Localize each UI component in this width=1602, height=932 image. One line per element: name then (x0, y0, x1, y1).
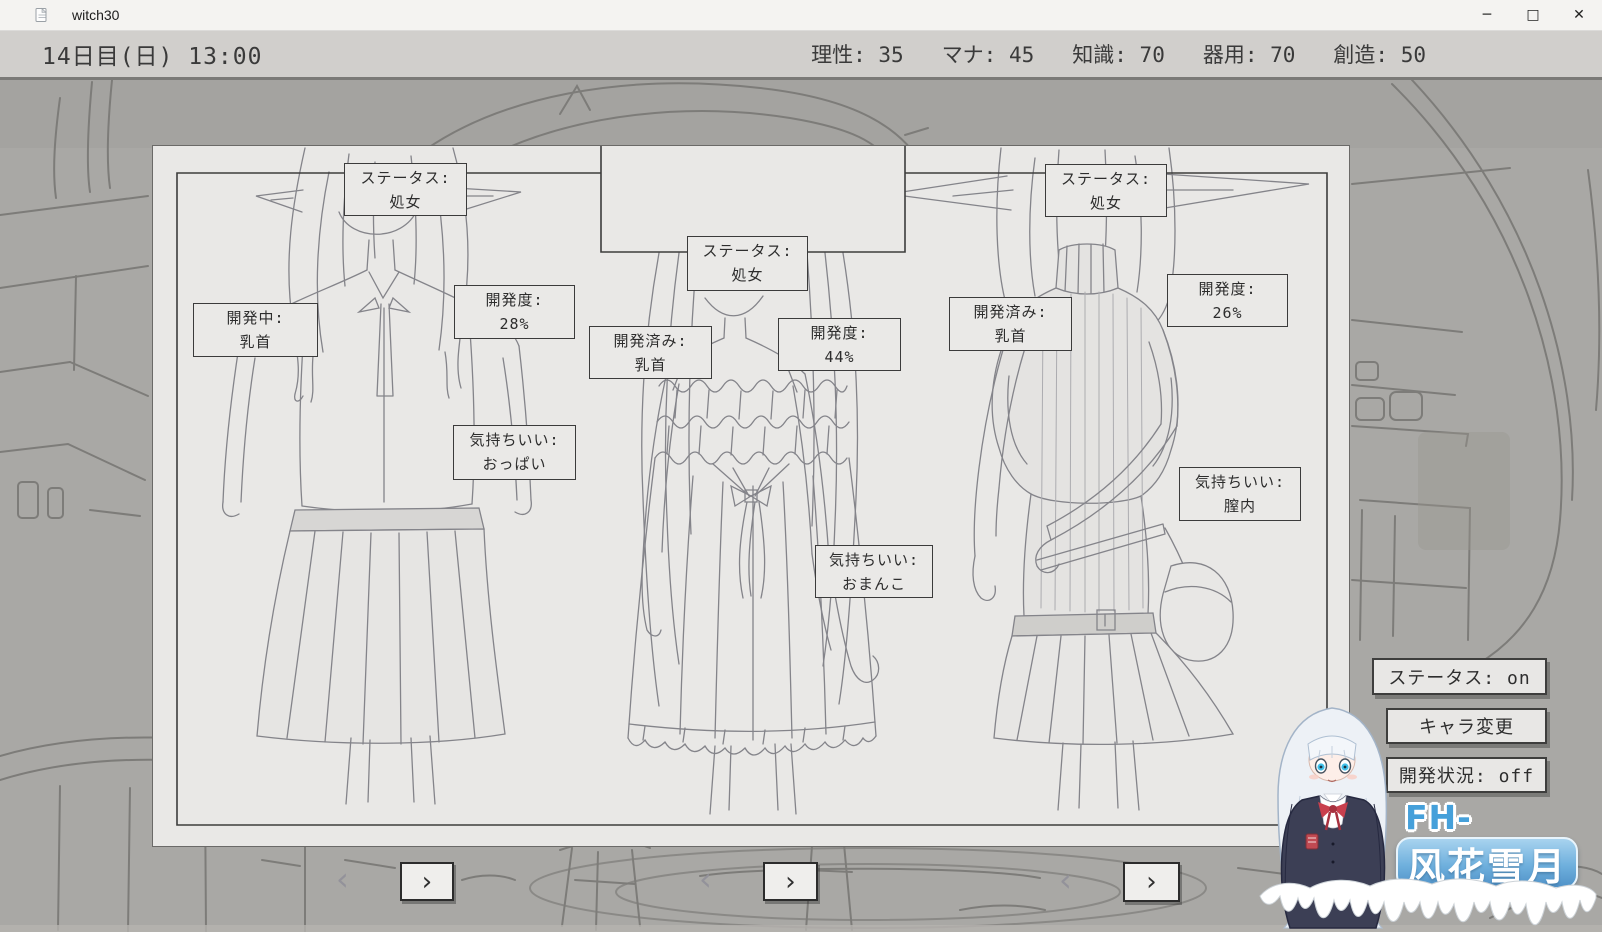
status-label-1-title: ステータス: (345, 166, 466, 190)
feel-label-3-title: 気持ちいい: (1180, 470, 1300, 494)
chevron-left-icon: ‹ (699, 860, 712, 898)
feel-label-1-value: おっぱい (454, 452, 575, 476)
feel-label-1: 気持ちいい: おっぱい (453, 425, 576, 480)
rate-label-1: 開発度: 28% (454, 285, 575, 339)
next-character-button-2[interactable]: › (763, 862, 818, 901)
title-bar: witch30 ─ □ ✕ (0, 0, 1602, 31)
minimize-icon: ─ (1483, 7, 1491, 23)
dev-label-2-title: 開発済み: (590, 329, 711, 353)
dev-label-2: 開発済み: 乳首 (589, 326, 712, 379)
dev-label-1-value: 乳首 (194, 330, 317, 354)
feel-label-1-title: 気持ちいい: (454, 428, 575, 452)
status-label-2-value: 処女 (688, 263, 807, 287)
window-title: witch30 (72, 7, 119, 23)
status-label-2-title: ステータス: (688, 239, 807, 263)
rate-label-2-value: 44% (779, 345, 900, 369)
chevron-left-icon: ‹ (336, 860, 349, 898)
status-label-3-title: ステータス: (1046, 167, 1166, 191)
dev-label-1: 開発中: 乳首 (193, 303, 318, 357)
dev-label-3-value: 乳首 (950, 324, 1071, 348)
dev-label-2-value: 乳首 (590, 353, 711, 377)
dev-status-toggle-button[interactable]: 開発状況: off (1386, 757, 1547, 793)
chevron-right-icon: › (1146, 867, 1156, 897)
dev-label-3: 開発済み: 乳首 (949, 297, 1072, 351)
rate-label-3-title: 開発度: (1168, 277, 1287, 301)
rate-label-2-title: 開発度: (779, 321, 900, 345)
minimize-button[interactable]: ─ (1464, 0, 1510, 30)
stat-knowledge: 知識: 70 (1072, 39, 1165, 69)
close-button[interactable]: ✕ (1556, 0, 1602, 30)
chevron-right-icon: › (422, 867, 432, 897)
rate-label-2: 開発度: 44% (778, 318, 901, 371)
snow-decoration (1250, 870, 1602, 930)
chevron-left-icon: ‹ (1059, 861, 1072, 899)
rate-label-1-value: 28% (455, 312, 574, 336)
change-character-button[interactable]: キャラ変更 (1386, 708, 1547, 744)
rate-label-3-value: 26% (1168, 301, 1287, 325)
close-icon: ✕ (1573, 7, 1585, 23)
feel-label-3: 気持ちいい: 膣内 (1179, 467, 1301, 521)
game-window: witch30 ─ □ ✕ 14日目(日) 13:00 理性: 35 マナ: 4… (0, 0, 1602, 932)
status-label-3-value: 処女 (1046, 191, 1166, 215)
dev-status-toggle-label: 開発状況: off (1399, 762, 1534, 788)
feel-label-2: 気持ちいい: おまんこ (815, 545, 933, 598)
stat-reason: 理性: 35 (811, 39, 904, 69)
feel-label-2-title: 気持ちいい: (816, 548, 932, 572)
stat-dexterity: 器用: 70 (1203, 39, 1296, 69)
prev-character-button-3[interactable]: ‹ (1059, 865, 1072, 895)
stats-row: 理性: 35 マナ: 45 知識: 70 器用: 70 創造: 50 (811, 39, 1426, 69)
prev-character-button-2[interactable]: ‹ (699, 864, 712, 894)
chevron-right-icon: › (785, 867, 795, 897)
game-datetime: 14日目(日) 13:00 (42, 37, 262, 71)
status-toggle-label: ステータス: on (1388, 664, 1530, 690)
status-label-1: ステータス: 処女 (344, 163, 467, 216)
rate-label-3: 開発度: 26% (1167, 274, 1288, 327)
maximize-icon: □ (1526, 7, 1539, 23)
feel-label-2-value: おまんこ (816, 572, 932, 596)
change-character-label: キャラ変更 (1419, 713, 1514, 739)
prev-character-button-1[interactable]: ‹ (336, 864, 349, 894)
maximize-button[interactable]: □ (1510, 0, 1556, 30)
status-label-2: ステータス: 処女 (687, 236, 808, 291)
window-controls: ─ □ ✕ (1464, 0, 1602, 30)
dev-label-1-title: 開発中: (194, 306, 317, 330)
next-character-button-1[interactable]: › (400, 862, 454, 901)
dev-label-3-title: 開発済み: (950, 300, 1071, 324)
app-icon (34, 7, 50, 23)
stat-mana: マナ: 45 (942, 39, 1035, 69)
status-label-1-value: 処女 (345, 190, 466, 214)
next-character-button-3[interactable]: › (1123, 862, 1180, 902)
feel-label-3-value: 膣内 (1180, 494, 1300, 518)
hud-bar: 14日目(日) 13:00 理性: 35 マナ: 45 知識: 70 器用: 7… (0, 30, 1602, 80)
rate-label-1-title: 開発度: (455, 288, 574, 312)
status-toggle-button[interactable]: ステータス: on (1372, 658, 1547, 695)
status-label-3: ステータス: 処女 (1045, 164, 1167, 217)
stat-creation: 創造: 50 (1333, 39, 1426, 69)
